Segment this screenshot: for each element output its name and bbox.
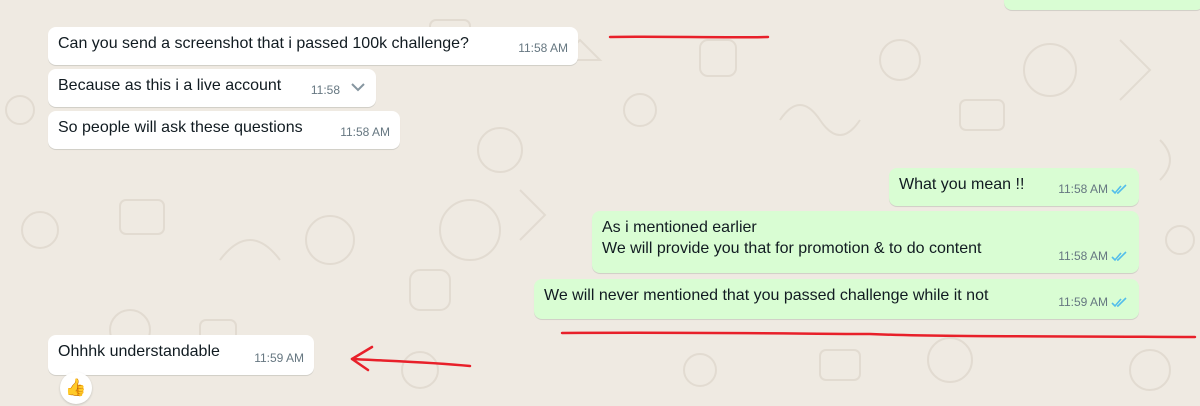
incoming-message[interactable]: Because as this i a live account 11:58 (48, 69, 376, 107)
message-text: We will never mentioned that you passed … (544, 287, 989, 304)
message-time: 11:58 (310, 83, 340, 97)
outgoing-message[interactable]: As i mentioned earlier We will provide y… (592, 211, 1139, 273)
red-underline-top (608, 35, 770, 39)
message-time: 11:58 AM (340, 125, 390, 139)
message-text: Can you send a screenshot that i passed … (58, 35, 469, 52)
double-check-icon (1111, 251, 1127, 262)
incoming-message[interactable]: Ohhhk understandable 11:59 AM (48, 335, 314, 375)
red-arrow-shaft (350, 357, 472, 368)
incoming-message[interactable]: So people will ask these questions 11:58… (48, 111, 400, 149)
message-time: 11:58 AM (518, 41, 568, 55)
outgoing-message[interactable]: What you mean !! 11:58 AM (889, 168, 1139, 206)
message-time: 11:59 AM (254, 351, 304, 365)
message-time: 11:58 AM (1058, 249, 1108, 263)
outgoing-message[interactable]: We will never mentioned that you passed … (534, 279, 1139, 319)
red-arrow-head (350, 345, 374, 372)
incoming-message[interactable]: Can you send a screenshot that i passed … (48, 27, 578, 65)
message-text-line: We will provide you that for promotion &… (602, 240, 982, 257)
previous-outgoing-message-edge (1004, 0, 1200, 10)
red-underline-bottom (560, 331, 1197, 339)
message-text: Ohhhk understandable (58, 343, 220, 360)
double-check-icon (1111, 297, 1127, 308)
message-time: 11:58 AM (1058, 182, 1108, 196)
message-text: Because as this i a live account (58, 77, 282, 94)
message-text-line: As i mentioned earlier (602, 219, 757, 236)
message-text: So people will ask these questions (58, 119, 303, 136)
thumbs-up-reaction-icon[interactable]: 👍 (60, 372, 92, 404)
chevron-down-icon[interactable] (350, 81, 366, 93)
message-text: What you mean !! (899, 176, 1025, 193)
message-time: 11:59 AM (1058, 295, 1108, 309)
double-check-icon (1111, 184, 1127, 195)
